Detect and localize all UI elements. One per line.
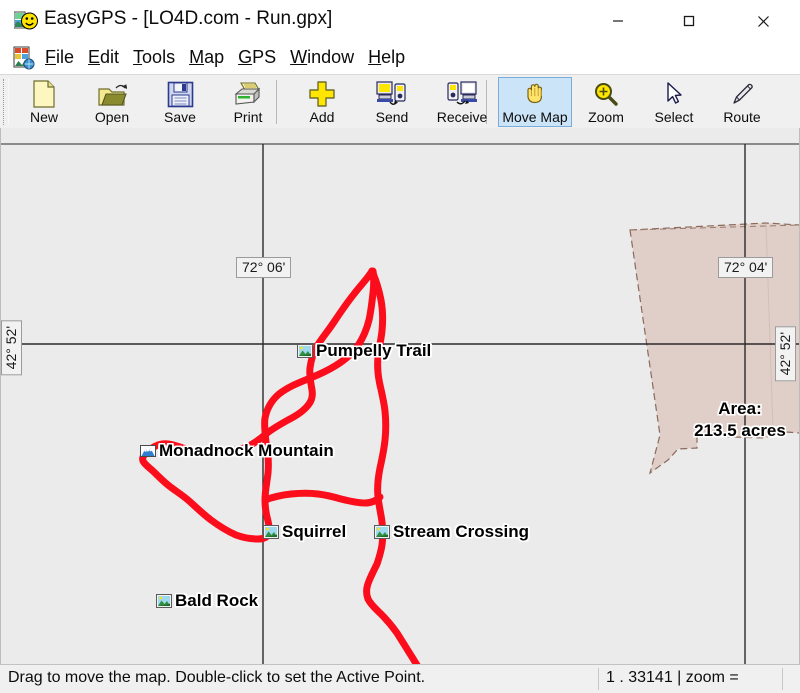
window-title: EasyGPS - [LO4D.com - Run.gpx] xyxy=(44,8,333,29)
toolbar-label: Receive xyxy=(436,109,488,125)
grid-label-lat-east: 42° 52' xyxy=(775,326,796,382)
status-divider xyxy=(782,668,783,690)
receive-gps-icon xyxy=(446,79,478,109)
toolbar-button-select[interactable]: Select xyxy=(640,77,708,127)
waypoint-monadnock-mountain[interactable]: Monadnock Mountain xyxy=(140,441,334,461)
maximize-button[interactable] xyxy=(666,0,712,42)
menu-items: File Edit Tools Map GPS Window Help xyxy=(38,45,412,70)
hand-pan-icon xyxy=(522,79,548,109)
grid-label-lat-west: 42° 52' xyxy=(1,320,22,376)
area-label-line2: 213.5 acres xyxy=(694,421,786,440)
menu-edit[interactable]: Edit xyxy=(81,45,126,70)
status-hint-text: Drag to move the map. Double-click to se… xyxy=(8,669,426,686)
toolbar-label: Open xyxy=(94,109,130,125)
waypoint-label: Pumpelly Trail xyxy=(316,341,432,360)
toolbar-button-zoom[interactable]: Zoom xyxy=(572,77,640,127)
toolbar-button-print[interactable]: Print xyxy=(214,77,282,127)
menu-map[interactable]: Map xyxy=(182,45,231,70)
printer-icon xyxy=(233,79,263,109)
floppy-disk-icon xyxy=(167,79,194,109)
toolbar-label: Select xyxy=(654,109,694,125)
magnifier-plus-icon xyxy=(593,79,619,109)
menu-bar: File Edit Tools Map GPS Window Help xyxy=(0,42,800,113)
grid-label-lon-east: 72° 04' xyxy=(718,257,774,278)
scenic-area-icon xyxy=(297,344,313,358)
waypoint-label: Squirrel xyxy=(282,522,347,541)
waypoint-squirrel[interactable]: Squirrel xyxy=(263,522,346,542)
waypoint-label: Bald Rock xyxy=(175,591,259,610)
toolbar-button-open[interactable]: Open xyxy=(78,77,146,127)
toolbar-grip[interactable] xyxy=(3,79,9,125)
status-divider xyxy=(598,668,599,690)
scenic-area-icon xyxy=(374,525,390,539)
menu-file[interactable]: File xyxy=(38,45,81,70)
area-label-line1: Area: xyxy=(718,399,762,418)
toolbar-button-new[interactable]: New xyxy=(10,77,78,127)
waypoint-label: Monadnock Mountain xyxy=(159,441,334,460)
toolbar-label: Add xyxy=(309,109,335,125)
toolbar: New Open Save Print Add Send Receive Mov… xyxy=(0,74,800,130)
arrow-cursor-icon xyxy=(664,79,684,109)
status-coordinates: 1 . 33141 | zoom = xyxy=(606,669,739,686)
app-icon xyxy=(14,11,38,30)
toolbar-button-save[interactable]: Save xyxy=(146,77,214,127)
toolbar-button-receive[interactable]: Receive xyxy=(428,77,496,127)
open-folder-icon xyxy=(97,79,127,109)
gpx-document-icon[interactable] xyxy=(12,46,36,70)
easygps-window: EasyGPS - [LO4D.com - Run.gpx] File Edit… xyxy=(0,0,800,693)
pencil-route-icon xyxy=(729,79,755,109)
title-bar: EasyGPS - [LO4D.com - Run.gpx] xyxy=(0,0,800,42)
minimize-button[interactable] xyxy=(595,0,641,42)
waypoint-bald-rock[interactable]: Bald Rock xyxy=(156,591,258,611)
area-polygon-label: Area: 213.5 acres xyxy=(660,398,800,442)
menu-tools[interactable]: Tools xyxy=(126,45,182,70)
send-to-gps-icon xyxy=(376,79,408,109)
toolbar-button-send[interactable]: Send xyxy=(358,77,426,127)
toolbar-label: Route xyxy=(723,109,761,125)
close-icon xyxy=(757,15,769,27)
maximize-icon xyxy=(683,15,695,27)
menu-gps[interactable]: GPS xyxy=(231,45,283,70)
toolbar-label: Zoom xyxy=(588,109,624,125)
status-bar: Drag to move the map. Double-click to se… xyxy=(0,664,800,693)
scenic-area-icon xyxy=(263,525,279,539)
minimize-icon xyxy=(613,20,623,22)
new-document-icon xyxy=(31,79,57,109)
mountain-icon xyxy=(140,445,156,457)
waypoint-label: Stream Crossing xyxy=(393,522,530,541)
toolbar-label: New xyxy=(29,109,58,125)
close-button[interactable] xyxy=(740,0,786,42)
plus-cross-icon xyxy=(308,79,336,109)
waypoint-stream-crossing[interactable]: Stream Crossing xyxy=(374,522,529,542)
waypoint-pumpelly-trail[interactable]: Pumpelly Trail xyxy=(297,341,431,361)
toolbar-label: Move Map xyxy=(502,109,568,125)
menu-window[interactable]: Window xyxy=(283,45,361,70)
menu-help[interactable]: Help xyxy=(361,45,412,70)
toolbar-label: Send xyxy=(375,109,409,125)
scenic-area-icon xyxy=(156,594,172,608)
grid-label-lon-west: 72° 06' xyxy=(236,257,292,278)
toolbar-label: Save xyxy=(164,109,196,125)
toolbar-button-route[interactable]: Route xyxy=(708,77,776,127)
toolbar-button-move-map[interactable]: Move Map xyxy=(498,77,572,127)
map-canvas[interactable]: 72° 06' 72° 04' 42° 52' 42° 52' Area: 21… xyxy=(0,128,800,664)
toolbar-label: Print xyxy=(233,109,263,125)
toolbar-button-add[interactable]: Add xyxy=(288,77,356,127)
map-graphics xyxy=(0,128,800,664)
